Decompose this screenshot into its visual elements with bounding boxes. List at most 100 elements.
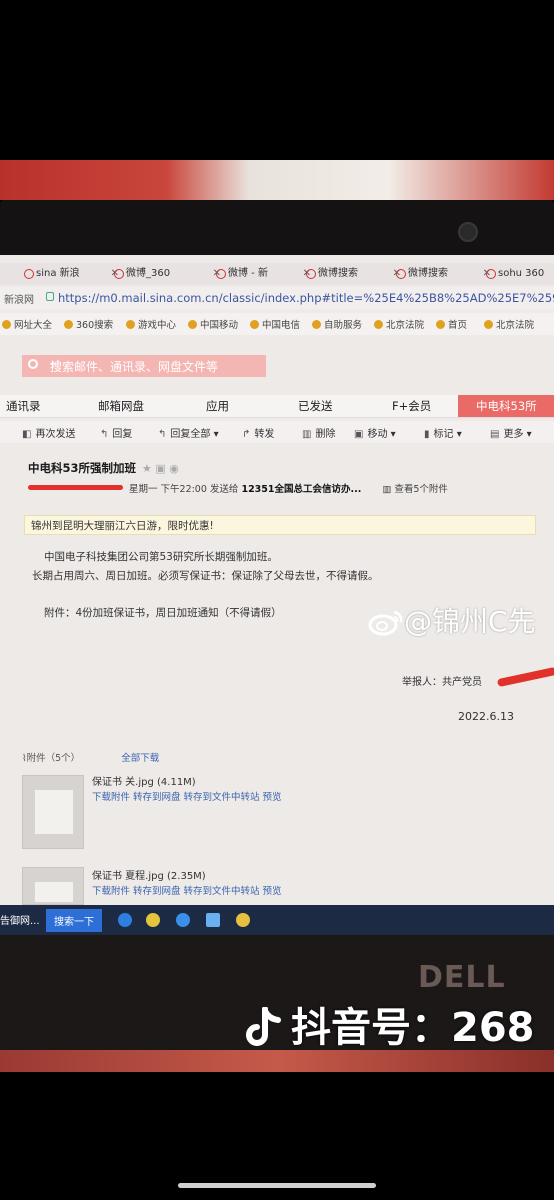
mail-date: 2022.6.13 xyxy=(458,710,514,723)
move-button[interactable]: ▣ 移动 ▾ xyxy=(354,425,396,440)
mail-meta: 星期一 下午22:00 发送给 12351全国总工会信访办... ▥ 查看5个附… xyxy=(28,481,448,495)
mail-subject: 中电科53所强制加班 ★ ▣ ◉ xyxy=(28,461,179,475)
bookmark-icon: ▮ xyxy=(424,429,430,440)
douyin-watermark: 抖音号：268 xyxy=(245,995,535,1053)
ie-icon[interactable] xyxy=(176,913,190,927)
photo-bottom-area xyxy=(0,1072,554,1200)
resend-button[interactable]: ◧ 再次发送 xyxy=(22,425,75,440)
nav-current-mail-tab[interactable]: 中电科53所 xyxy=(458,395,554,417)
nav-vip[interactable]: F+会员 xyxy=(392,398,431,414)
weibo-logo-icon xyxy=(368,610,403,636)
webcam xyxy=(458,222,478,242)
edge-icon[interactable] xyxy=(118,913,132,927)
bookmark-icon xyxy=(312,320,321,329)
reply-all-icon: ↰ xyxy=(158,429,167,440)
bookmark-icon xyxy=(484,320,493,329)
dell-logo: DELL xyxy=(418,960,506,995)
browser-tab[interactable]: 微博_360 ✕ xyxy=(112,263,224,285)
bookmark-icon xyxy=(374,320,383,329)
search-icon xyxy=(28,359,38,369)
view-attachments-link[interactable]: ▥ 查看5个附件 xyxy=(382,484,448,495)
bookmark-item[interactable]: 北京法院 xyxy=(374,317,424,331)
bookmark-item[interactable]: 游戏中心 xyxy=(126,317,176,331)
tab-favicon-icon xyxy=(486,269,496,279)
tab-favicon-icon xyxy=(306,269,316,279)
bookmark-item[interactable]: 自助服务 xyxy=(312,317,362,331)
address-bar: 新浪网 https://m0.mail.sina.com.cn/classic/… xyxy=(0,287,554,309)
more-icon: ▤ xyxy=(490,429,500,440)
laptop-screen: sina 新浪 ✕ 微博_360 ✕ 微博 - 新 ✕ 微博搜索 ✕ 微博搜索 ✕ soh… xyxy=(0,255,554,935)
mail-body-line: 长期占用周六、周日加班。必须写保证书：保证除了父母去世，不得请假。 xyxy=(32,570,379,582)
mail-search-input[interactable]: 搜索邮件、通讯录、网盘文件等 ↵ xyxy=(22,355,266,377)
bookmark-item[interactable]: 中国移动 xyxy=(188,317,238,331)
bookmark-icon xyxy=(2,320,11,329)
taskbar-item[interactable]: 告御网... xyxy=(0,912,40,927)
taskbar: 告御网... 搜索一下 xyxy=(0,905,554,935)
bookmarks-bar: 网址大全 360搜索 游戏中心 中国移动 中国电信 自助服务 北京法院 首页 北… xyxy=(0,313,554,335)
browser-tab[interactable]: sina 新浪 ✕ xyxy=(22,263,122,285)
download-all-link[interactable]: 全部下载 xyxy=(121,753,159,764)
tab-favicon-icon xyxy=(114,269,124,279)
attachment-name: 保证书 夏程.jpg (2.35M) xyxy=(92,871,206,882)
tab-favicon-icon xyxy=(216,269,226,279)
browser-tab[interactable]: 微博 - 新 ✕ xyxy=(214,263,314,285)
home-link[interactable]: 新浪网 xyxy=(4,291,34,306)
weibo-watermark: @锦州C先 xyxy=(368,600,536,640)
attachment-actions[interactable]: 下载附件 转存到网盘 转存到文件中转站 预览 xyxy=(92,789,282,803)
nav-netdisk[interactable]: 邮箱网盘 xyxy=(98,398,144,414)
bookmark-item[interactable]: 首页 xyxy=(436,317,467,331)
more-button[interactable]: ▤ 更多 ▾ xyxy=(490,425,532,440)
redaction-mark xyxy=(496,666,554,688)
mail-body-line: 附件：4份加班保证书，周日加班通知（不得请假） xyxy=(44,607,282,619)
reply-all-button[interactable]: ↰ 回复全部 ▾ xyxy=(158,425,219,440)
ad-banner[interactable]: 锦州到昆明大理丽江六日游，限时优惠! xyxy=(24,515,536,535)
attachment-thumbnail[interactable] xyxy=(22,867,84,905)
bookmark-icon xyxy=(250,320,259,329)
attachment-thumbnail[interactable] xyxy=(22,775,84,849)
home-indicator[interactable] xyxy=(178,1183,376,1188)
tab-favicon-icon xyxy=(24,269,34,279)
window-icon[interactable] xyxy=(206,913,220,927)
app-icon[interactable] xyxy=(236,913,250,927)
browser-tab[interactable]: sohu 360 xyxy=(484,263,554,285)
mail-body-line: 中国电子科技集团公司第53研究所长期强制加班。 xyxy=(44,551,278,563)
browser-tab[interactable]: 微博搜索 ✕ xyxy=(304,263,404,285)
reply-icon: ↰ xyxy=(100,429,109,440)
bookmark-item[interactable]: 中国电信 xyxy=(250,317,300,331)
recipient[interactable]: 12351全国总工会信访办... xyxy=(241,484,361,495)
reply-button[interactable]: ↰ 回复 xyxy=(100,425,132,440)
taskbar-search[interactable]: 搜索一下 xyxy=(46,909,102,932)
nav-contacts[interactable]: 通讯录 xyxy=(6,398,41,414)
bookmark-item[interactable]: 网址大全 xyxy=(2,317,52,331)
mark-button[interactable]: ▮ 标记 ▾ xyxy=(424,425,462,440)
attachment-actions[interactable]: 下载附件 转存到网盘 转存到文件中转站 预览 xyxy=(92,883,282,897)
browser-icon[interactable] xyxy=(146,913,160,927)
forward-button[interactable]: ↱ 转发 xyxy=(242,425,274,440)
bookmark-icon xyxy=(188,320,197,329)
mail-toolbar: ◧ 再次发送 ↰ 回复 ↰ 回复全部 ▾ ↱ 转发 ▥ 删除 ▣ 移动 ▾ ▮ 标记 ▾ ▤ 更… xyxy=(0,421,554,443)
bookmark-icon xyxy=(436,320,445,329)
delete-button[interactable]: ▥ 删除 xyxy=(302,425,335,440)
browser-tab[interactable]: 微博搜索 ✕ xyxy=(394,263,494,285)
background-desk xyxy=(0,1050,554,1072)
douyin-logo-icon xyxy=(246,1007,281,1046)
bookmark-item[interactable]: 360搜索 xyxy=(64,317,113,331)
enter-icon[interactable]: ↵ xyxy=(50,357,260,372)
bookmark-icon xyxy=(64,320,73,329)
star-icon[interactable]: ★ ▣ ◉ xyxy=(142,462,179,475)
folder-icon: ▣ xyxy=(354,429,364,440)
mail-nav: 通讯录 邮箱网盘 应用 已发送 F+会员 中电科53所 xyxy=(0,395,554,418)
bookmark-icon xyxy=(126,320,135,329)
nav-sent[interactable]: 已发送 xyxy=(298,398,333,414)
tab-favicon-icon xyxy=(396,269,406,279)
photo-top-area xyxy=(0,0,554,160)
resend-icon: ◧ xyxy=(22,429,32,440)
mail-signature: 举报人：共产党员 xyxy=(402,677,482,688)
bookmark-item[interactable]: 北京法院 xyxy=(484,317,534,331)
browser-tab-bar: sina 新浪 ✕ 微博_360 ✕ 微博 - 新 ✕ 微博搜索 ✕ 微博搜索 ✕ soh… xyxy=(0,263,554,285)
forward-icon: ↱ xyxy=(242,429,251,440)
url-field[interactable]: https://m0.mail.sina.com.cn/classic/inde… xyxy=(58,291,554,305)
trash-icon: ▥ xyxy=(302,429,312,440)
nav-apps[interactable]: 应用 xyxy=(206,398,229,414)
attachment-name: 保证书 关.jpg (4.11M) xyxy=(92,777,196,788)
